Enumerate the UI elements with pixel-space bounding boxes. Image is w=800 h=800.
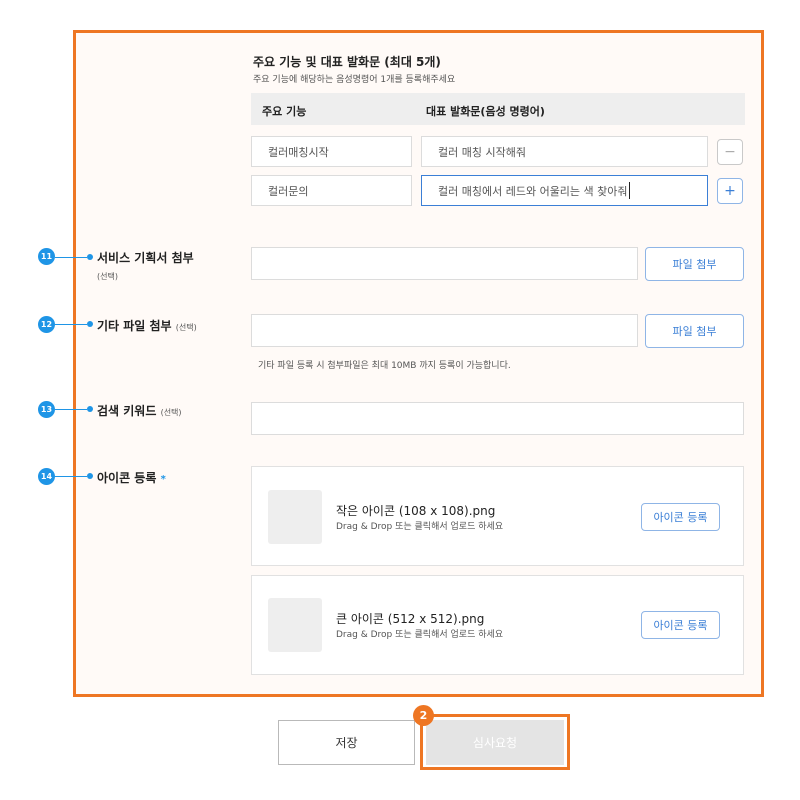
service-plan-attach-button[interactable]: 파일 첨부	[645, 247, 744, 281]
text-caret	[628, 182, 630, 199]
optional-tag: (선택)	[160, 408, 182, 417]
small-icon-thumbnail	[268, 490, 322, 544]
other-file-field[interactable]	[251, 314, 638, 347]
utterance-input[interactable]: 컬러 매칭 시작해줘	[421, 136, 708, 167]
callout-leader-line	[55, 257, 87, 258]
other-file-label: 기타 파일 첨부 (선택)	[97, 317, 197, 334]
required-mark: *	[160, 474, 166, 485]
large-icon-filename: 큰 아이콘 (512 x 512).png	[336, 612, 485, 626]
save-button[interactable]: 저장	[278, 720, 415, 765]
add-row-button[interactable]: +	[717, 178, 743, 204]
remove-row-button[interactable]: −	[717, 139, 743, 165]
column-header-feature: 주요 기능	[262, 105, 307, 118]
callout-marker-11: 11	[38, 248, 55, 265]
callout-dot	[87, 473, 93, 479]
small-icon-register-button[interactable]: 아이콘 등록	[641, 503, 720, 531]
small-icon-filename: 작은 아이콘 (108 x 108).png	[336, 504, 496, 518]
feature-input-value: 컬러매칭시작	[268, 145, 329, 159]
features-section-title: 주요 기능 및 대표 발화문 (최대 5개)	[253, 55, 441, 69]
large-icon-register-button[interactable]: 아이콘 등록	[641, 611, 720, 639]
icon-registration-label-text: 아이콘 등록	[97, 471, 157, 485]
minus-icon: −	[724, 144, 736, 160]
step-badge: 2	[413, 705, 434, 726]
plus-icon: +	[724, 183, 736, 199]
small-icon-hint: Drag & Drop 또는 클릭해서 업로드 하세요	[336, 522, 504, 532]
large-icon-hint: Drag & Drop 또는 클릭해서 업로드 하세요	[336, 630, 504, 640]
utterance-input-value: 컬러 매칭에서 레드와 어울리는 색 찾아줘	[438, 184, 628, 198]
icon-registration-label: 아이콘 등록 *	[97, 469, 166, 486]
request-review-button[interactable]: 심사요청	[426, 720, 564, 765]
service-plan-label: 서비스 기획서 첨부	[97, 251, 194, 265]
callout-dot	[87, 254, 93, 260]
utterance-input-value: 컬러 매칭 시작해줘	[438, 145, 526, 159]
feature-input[interactable]: 컬러문의	[251, 175, 412, 206]
callout-marker-14: 14	[38, 468, 55, 485]
callout-leader-line	[55, 409, 87, 410]
keywords-label-text: 검색 키워드	[97, 404, 157, 418]
utterance-input-active[interactable]: 컬러 매칭에서 레드와 어울리는 색 찾아줘	[421, 175, 708, 206]
service-plan-file-field[interactable]	[251, 247, 638, 280]
optional-tag: (선택)	[175, 323, 197, 332]
features-section-subtitle: 주요 기능에 해당하는 음성명령어 1개를 등록해주세요	[253, 75, 456, 85]
callout-marker-12: 12	[38, 316, 55, 333]
other-file-label-text: 기타 파일 첨부	[97, 319, 172, 333]
callout-leader-line	[55, 324, 87, 325]
column-header-utterance: 대표 발화문(음성 명령어)	[426, 105, 545, 118]
callout-marker-13: 13	[38, 401, 55, 418]
feature-input-value: 컬러문의	[268, 184, 309, 198]
other-file-attach-button[interactable]: 파일 첨부	[645, 314, 744, 348]
keywords-input[interactable]	[251, 402, 744, 435]
callout-leader-line	[55, 476, 87, 477]
callout-dot	[87, 321, 93, 327]
callout-dot	[87, 406, 93, 412]
keywords-label: 검색 키워드 (선택)	[97, 402, 182, 419]
large-icon-thumbnail	[268, 598, 322, 652]
other-file-help-text: 기타 파일 등록 시 첨부파일은 최대 10MB 까지 등록이 가능합니다.	[258, 361, 511, 371]
optional-tag: (선택)	[97, 272, 118, 281]
feature-input[interactable]: 컬러매칭시작	[251, 136, 412, 167]
